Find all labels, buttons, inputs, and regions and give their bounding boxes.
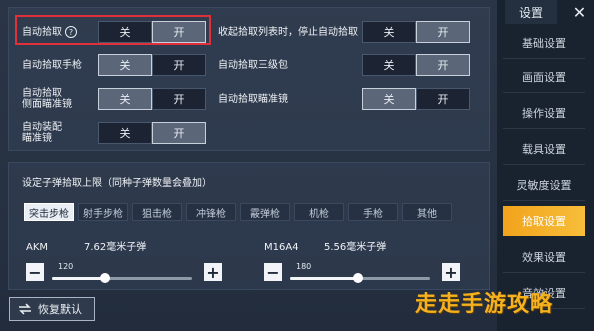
minus-button[interactable]: −	[26, 263, 44, 282]
on-button[interactable]: 开	[416, 88, 470, 110]
reset-default-button[interactable]: 恢复默认	[9, 297, 95, 321]
weapon-tabs: 突击步枪 射手步枪 狙击枪 冲锋枪 霰弹枪 机枪 手枪 其他	[24, 203, 452, 221]
auto-pickup-label: 自动拾取	[22, 26, 62, 38]
slider-knob[interactable]	[100, 273, 110, 283]
attach-scope-label-2: 瞄准镜	[22, 133, 52, 144]
tab-marksman-rifle[interactable]: 射手步枪	[78, 203, 128, 221]
off-button[interactable]: 关	[98, 122, 152, 144]
on-button[interactable]: 开	[152, 54, 206, 76]
level3-bag-row: 自动拾取三级包	[218, 52, 288, 78]
off-button[interactable]: 关	[362, 21, 416, 43]
auto-pickup-row: 自动拾取 ?	[22, 19, 77, 45]
attach-scope-row: 自动装配 瞄准镜	[22, 120, 62, 146]
off-button[interactable]: 关	[362, 88, 416, 110]
ammo-limit-title: 设定子弹拾取上限（同种子弹数量会叠加）	[22, 178, 212, 189]
tab-smg[interactable]: 冲锋枪	[186, 203, 236, 221]
sidebar-item-effects[interactable]: 效果设置	[503, 242, 585, 273]
scope-toggle[interactable]: 关 开	[362, 88, 470, 110]
on-button[interactable]: 开	[152, 21, 206, 43]
on-button[interactable]: 开	[416, 21, 470, 43]
collapse-stop-toggle[interactable]: 关 开	[362, 21, 470, 43]
scope-label: 自动拾取瞄准镜	[218, 93, 288, 105]
slider-knob[interactable]	[353, 273, 363, 283]
pistol-row: 自动拾取手枪	[22, 52, 82, 78]
gun-name: AKM	[26, 242, 49, 253]
off-button[interactable]: 关	[362, 54, 416, 76]
side-scope-toggle[interactable]: 关 开	[98, 88, 206, 110]
reset-label: 恢复默认	[38, 303, 82, 316]
sidebar-item-sensitivity[interactable]: 灵敏度设置	[503, 170, 585, 201]
pistol-label: 自动拾取手枪	[22, 59, 82, 71]
slider-fill	[52, 277, 105, 280]
level3-bag-label: 自动拾取三级包	[218, 59, 288, 71]
sidebar-item-pickup[interactable]: 拾取设置	[503, 206, 585, 236]
help-icon[interactable]: ?	[65, 26, 77, 38]
auto-pickup-toggle[interactable]: 关 开	[98, 21, 206, 43]
slider-value: 120	[58, 262, 74, 271]
tab-assault-rifle[interactable]: 突击步枪	[24, 203, 74, 221]
ammo-type: 7.62毫米子弹	[84, 242, 147, 253]
pistol-toggle[interactable]: 关 开	[98, 54, 206, 76]
slider-fill	[290, 277, 358, 280]
tab-other[interactable]: 其他	[402, 203, 452, 221]
swap-icon	[19, 303, 31, 315]
slider-track[interactable]	[52, 273, 192, 283]
slider-track[interactable]	[290, 273, 430, 283]
on-button[interactable]: 开	[152, 88, 206, 110]
watermark-text: 走走手游攻略	[415, 292, 554, 317]
tab-sniper[interactable]: 狙击枪	[132, 203, 182, 221]
tab-shotgun[interactable]: 霰弹枪	[240, 203, 290, 221]
minus-button[interactable]: −	[264, 263, 282, 282]
slider-value: 180	[296, 262, 312, 271]
collapse-stop-label: 收起拾取列表时，停止自动拾取	[218, 26, 358, 38]
level3-bag-toggle[interactable]: 关 开	[362, 54, 470, 76]
off-button[interactable]: 关	[98, 88, 152, 110]
off-button[interactable]: 关	[98, 21, 152, 43]
tab-machine-gun[interactable]: 机枪	[294, 203, 344, 221]
ammo-type: 5.56毫米子弹	[324, 242, 387, 253]
gun-name: M16A4	[264, 242, 299, 253]
sidebar-item-graphics[interactable]: 画面设置	[503, 62, 585, 93]
sidebar-item-basic[interactable]: 基础设置	[503, 28, 585, 59]
collapse-stop-row: 收起拾取列表时，停止自动拾取	[218, 19, 358, 45]
tab-pistol[interactable]: 手枪	[348, 203, 398, 221]
attach-scope-toggle[interactable]: 关 开	[98, 122, 206, 144]
on-button[interactable]: 开	[152, 122, 206, 144]
sidebar-item-vehicle[interactable]: 载具设置	[503, 134, 585, 165]
plus-button[interactable]: +	[442, 263, 460, 282]
plus-button[interactable]: +	[204, 263, 222, 282]
off-button[interactable]: 关	[98, 54, 152, 76]
scope-row: 自动拾取瞄准镜	[218, 86, 288, 112]
on-button[interactable]: 开	[416, 54, 470, 76]
attach-scope-label-1: 自动装配	[22, 122, 62, 133]
close-icon[interactable]: ✕	[565, 0, 594, 24]
sidebar-item-controls[interactable]: 操作设置	[503, 98, 585, 129]
side-scope-row: 自动拾取 侧面瞄准镜	[22, 86, 72, 112]
side-scope-label-1: 自动拾取	[22, 88, 62, 99]
side-scope-label-2: 侧面瞄准镜	[22, 99, 72, 110]
settings-panel: 自动拾取 ? 关 开 收起拾取列表时，停止自动拾取 关 开 自动拾取手枪 关 开…	[0, 0, 497, 331]
sidebar-title: 设置	[505, 0, 557, 24]
